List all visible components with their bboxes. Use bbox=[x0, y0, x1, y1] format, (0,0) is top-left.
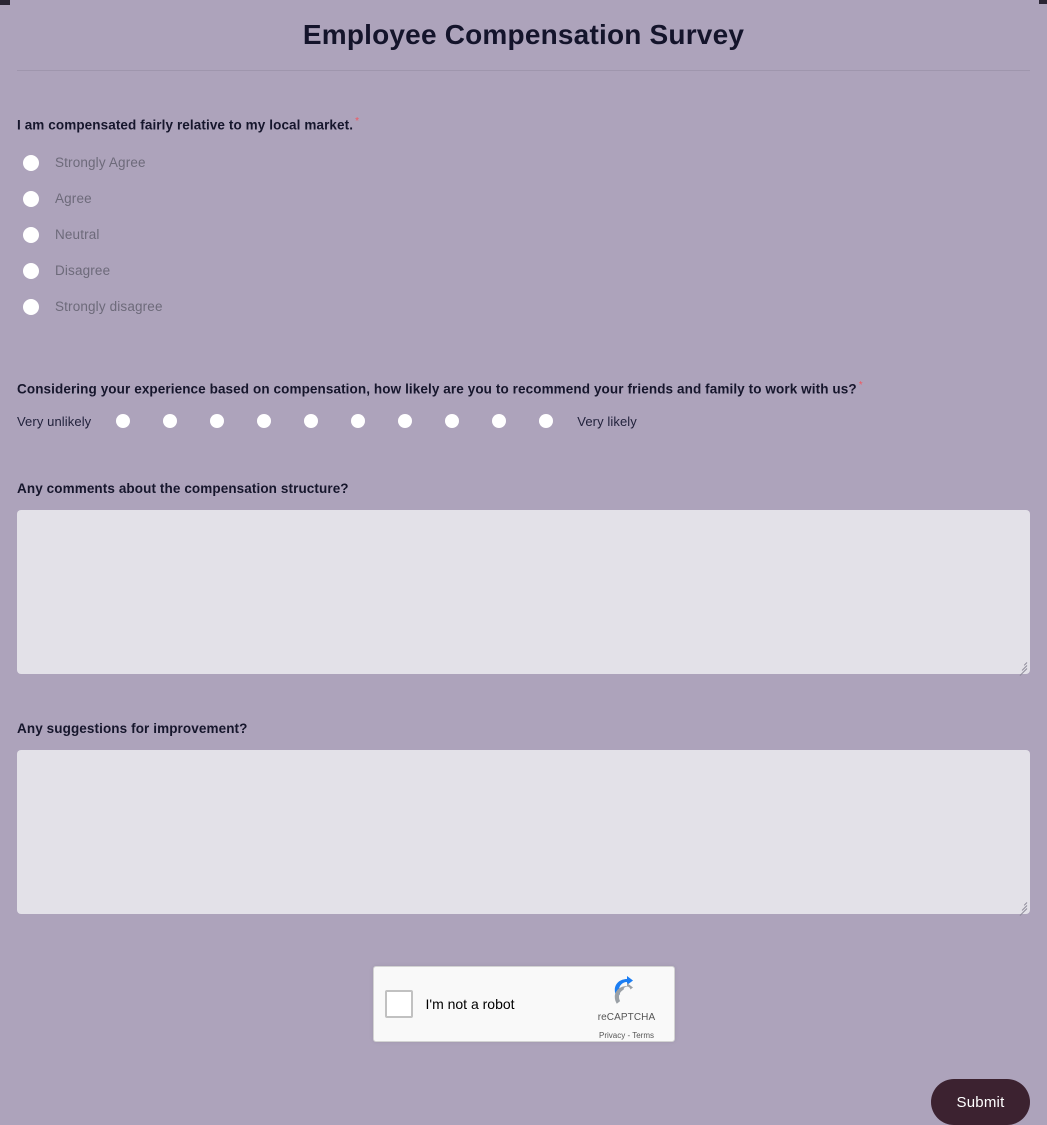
recaptcha-privacy-link[interactable]: Privacy bbox=[599, 1031, 625, 1040]
recaptcha-logo-icon bbox=[614, 976, 633, 1004]
scale-dot-container[interactable] bbox=[116, 414, 554, 428]
question-label-suggestions: Any suggestions for improvement? bbox=[17, 721, 248, 736]
submit-area: Submit bbox=[0, 1079, 1047, 1125]
recaptcha-branding: reCAPTCHA Privacy - Terms bbox=[590, 975, 664, 1043]
scale-group-recommendation-likelihood[interactable]: Very unlikely Very likely bbox=[17, 410, 1030, 432]
radio-option-label: Disagree bbox=[55, 263, 111, 278]
scale-dot-2[interactable] bbox=[163, 414, 178, 428]
suggestions-textarea[interactable] bbox=[17, 750, 1030, 914]
question-block-compensation-fairness: I am compensated fairly relative to my l… bbox=[17, 71, 1030, 325]
radio-dot-icon[interactable] bbox=[23, 154, 39, 171]
radio-dot-icon[interactable] bbox=[23, 262, 39, 279]
recaptcha-widget[interactable]: I'm not a robot reCAPTCHA Privacy - Term… bbox=[372, 966, 675, 1043]
radio-dot-icon[interactable] bbox=[23, 190, 39, 207]
suggestions-textarea-wrapper bbox=[17, 750, 1030, 916]
radio-option-strongly-disagree[interactable]: Strongly disagree bbox=[17, 289, 1030, 325]
required-asterisk-icon: * bbox=[858, 379, 863, 391]
scale-dot-7[interactable] bbox=[398, 414, 413, 428]
scale-dot-6[interactable] bbox=[351, 414, 366, 428]
comments-textarea-wrapper bbox=[17, 510, 1030, 676]
scale-dot-4[interactable] bbox=[257, 414, 272, 428]
scale-high-label: Very likely bbox=[577, 413, 637, 429]
scale-dot-9[interactable] bbox=[492, 414, 507, 428]
question-block-suggestions: Any suggestions for improvement? bbox=[17, 674, 1030, 916]
comments-textarea[interactable] bbox=[17, 510, 1030, 674]
question-label-recommendation-likelihood: Considering your experience based on com… bbox=[17, 377, 1030, 399]
radio-option-neutral[interactable]: Neutral bbox=[17, 217, 1030, 253]
question-block-comments: Any comments about the compensation stru… bbox=[17, 432, 1030, 676]
recaptcha-checkbox[interactable] bbox=[384, 990, 413, 1018]
radio-option-strongly-agree[interactable]: Strongly Agree bbox=[17, 145, 1030, 181]
radio-option-agree[interactable]: Agree bbox=[17, 181, 1030, 217]
question-text: I am compensated fairly relative to my l… bbox=[17, 117, 354, 133]
scale-dot-5[interactable] bbox=[304, 414, 319, 428]
page-header: Employee Compensation Survey bbox=[0, 0, 1047, 53]
radio-group-compensation-fairness[interactable]: Strongly Agree Agree Neutral Disagree St… bbox=[17, 145, 1030, 325]
scale-low-label: Very unlikely bbox=[17, 413, 92, 429]
radio-option-label: Agree bbox=[55, 191, 92, 206]
radio-option-label: Strongly disagree bbox=[55, 299, 163, 314]
radio-dot-icon[interactable] bbox=[23, 226, 39, 243]
top-left-artifact bbox=[0, 0, 10, 5]
page-title: Employee Compensation Survey bbox=[302, 19, 745, 50]
radio-option-disagree[interactable]: Disagree bbox=[17, 253, 1030, 289]
recaptcha-legal-links[interactable]: Privacy - Terms bbox=[599, 1031, 654, 1040]
radio-option-label: Strongly Agree bbox=[55, 155, 146, 170]
recaptcha-area: I'm not a robot reCAPTCHA Privacy - Term… bbox=[17, 966, 1030, 1042]
scale-dot-8[interactable] bbox=[445, 414, 460, 428]
radio-option-label: Neutral bbox=[55, 227, 100, 242]
radio-dot-icon[interactable] bbox=[23, 298, 39, 315]
recaptcha-terms-link[interactable]: Terms bbox=[632, 1031, 654, 1040]
question-block-recommendation-likelihood: Considering your experience based on com… bbox=[17, 325, 1030, 433]
question-text: Considering your experience based on com… bbox=[17, 381, 857, 396]
top-right-artifact bbox=[1039, 0, 1047, 4]
recaptcha-checkbox-label: I'm not a robot bbox=[425, 996, 515, 1012]
recaptcha-brand-name: reCAPTCHA bbox=[597, 1012, 656, 1023]
question-label-compensation-fairness: I am compensated fairly relative to my l… bbox=[17, 113, 1030, 135]
scale-dot-10[interactable] bbox=[539, 414, 554, 428]
recaptcha-separator: - bbox=[627, 1031, 631, 1040]
scale-dot-3[interactable] bbox=[210, 414, 225, 428]
required-asterisk-icon: * bbox=[355, 116, 360, 127]
survey-form: I am compensated fairly relative to my l… bbox=[0, 71, 1047, 1042]
scale-dot-1[interactable] bbox=[116, 414, 131, 428]
question-label-comments: Any comments about the compensation stru… bbox=[17, 481, 349, 496]
submit-button[interactable]: Submit bbox=[931, 1079, 1030, 1125]
